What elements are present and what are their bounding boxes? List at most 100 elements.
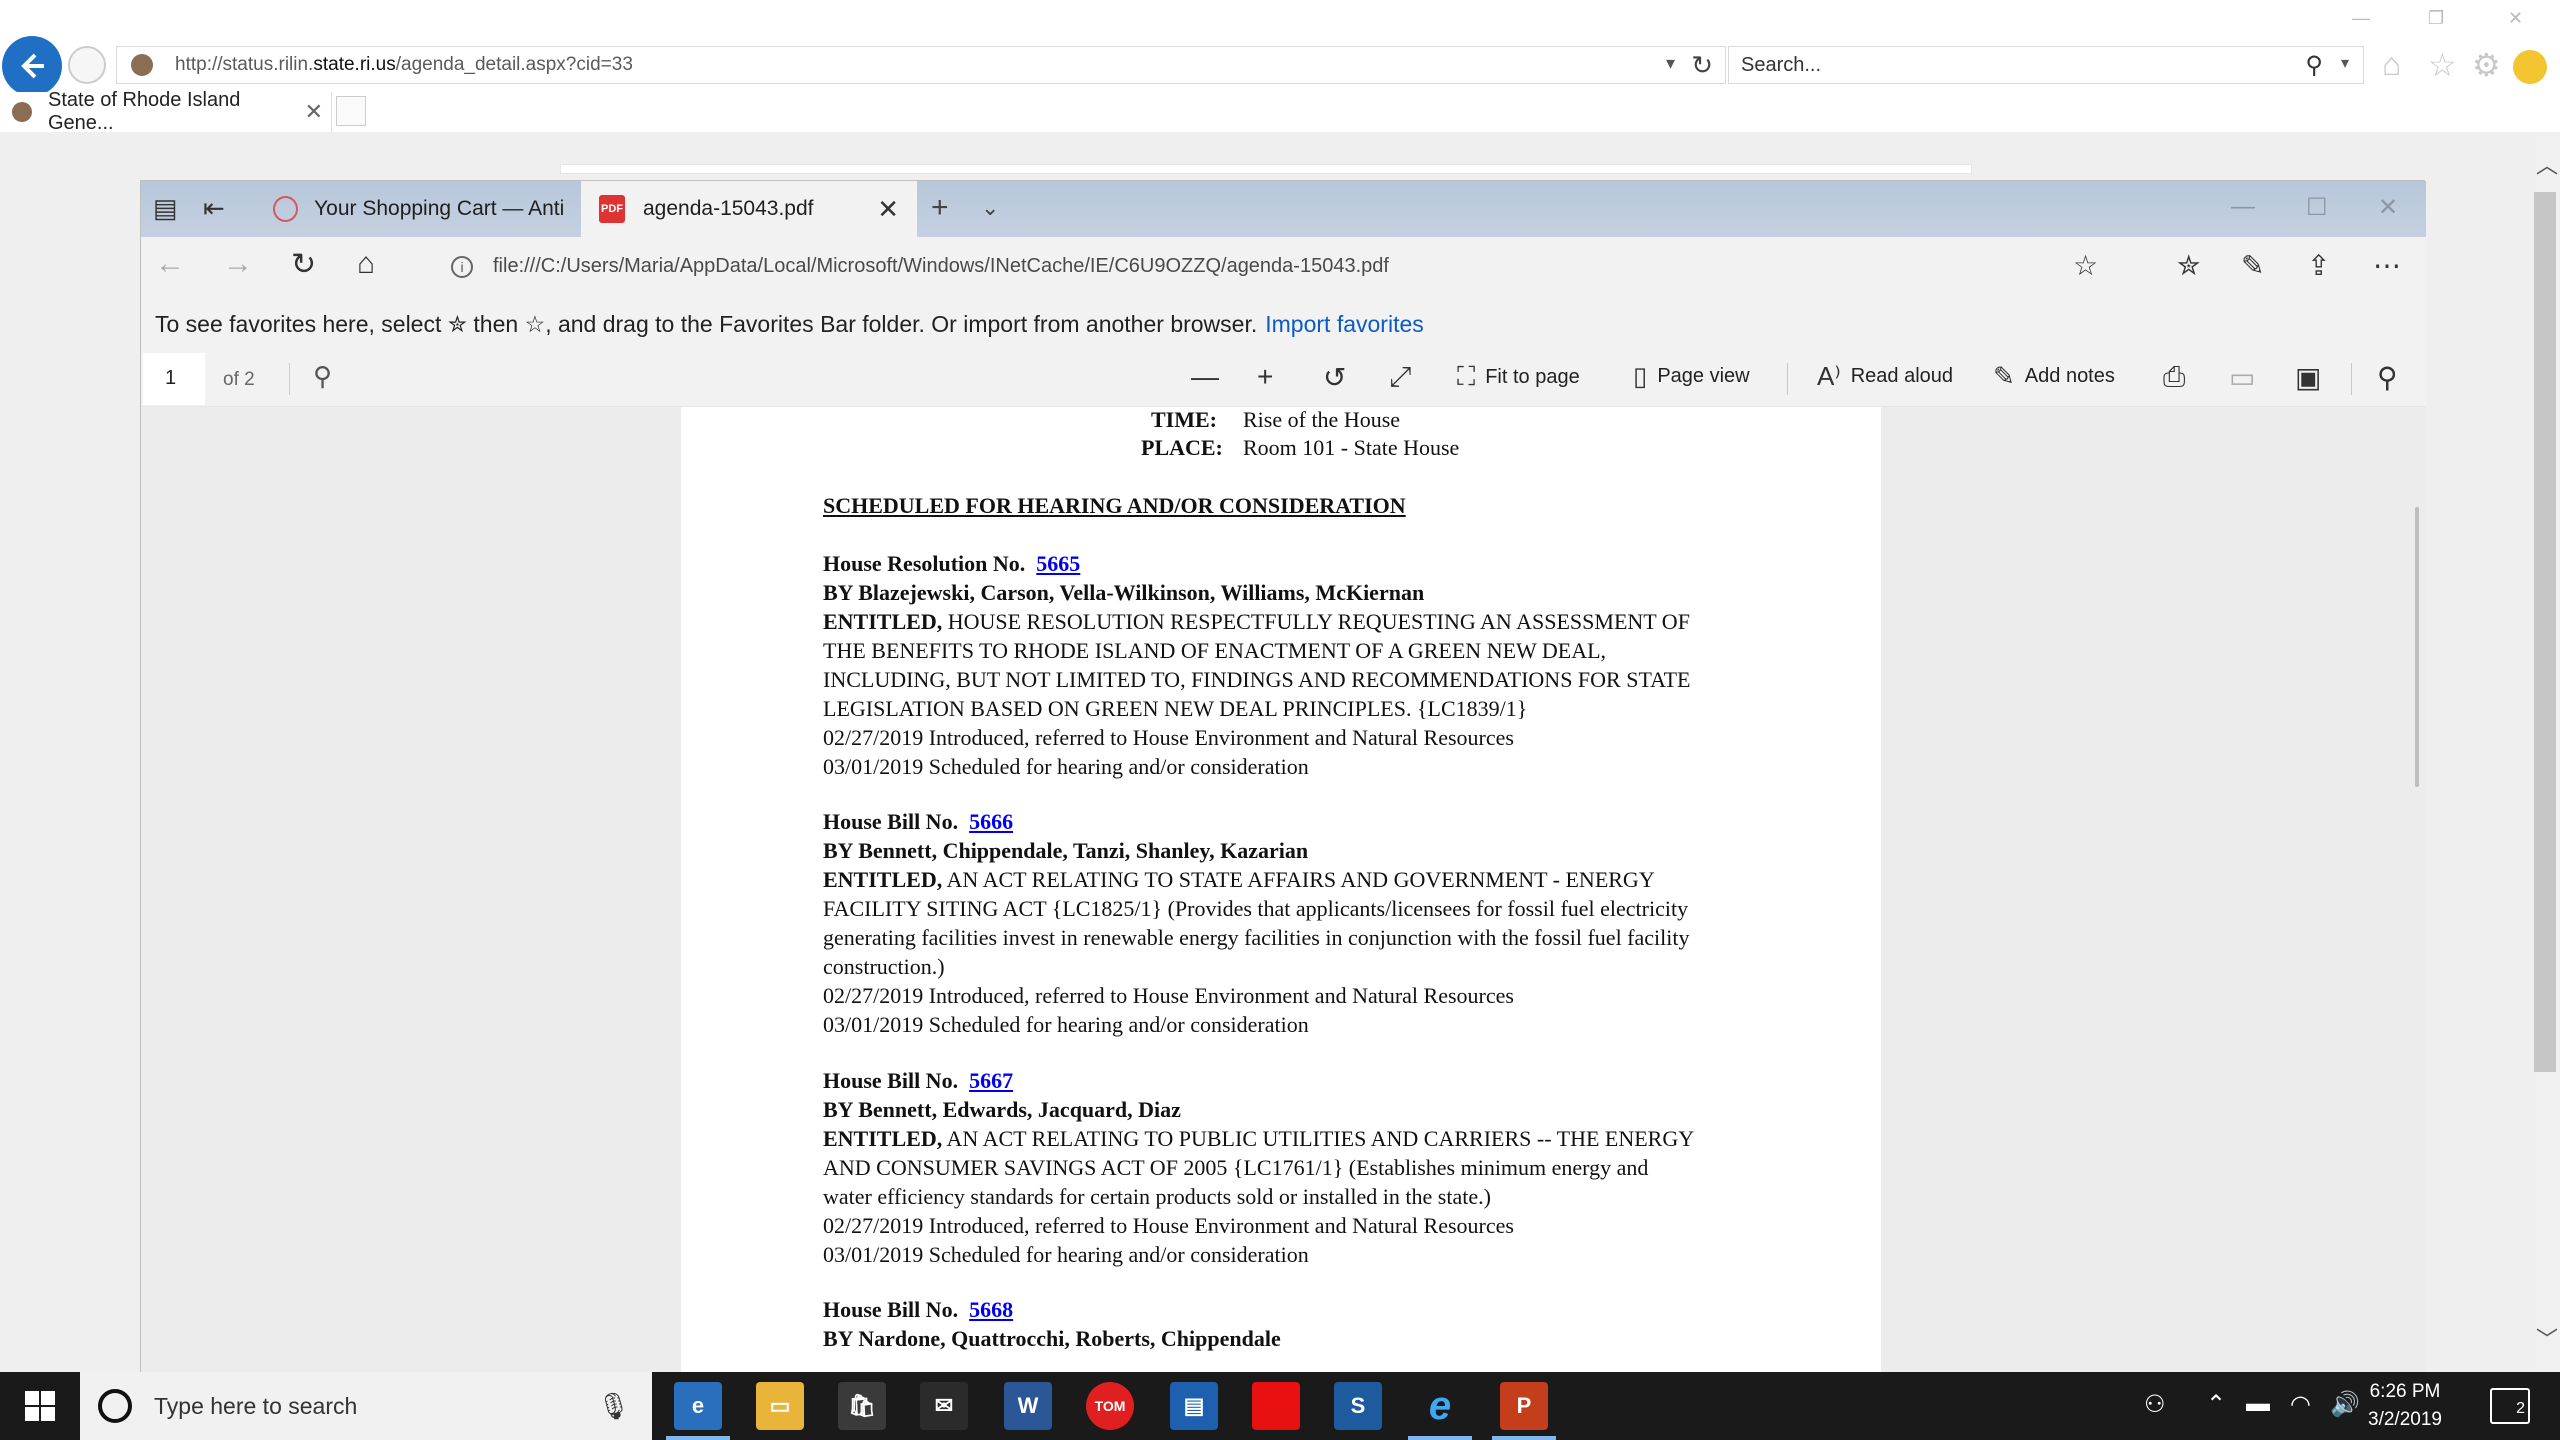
scroll-up-icon[interactable]: ︿ — [2536, 148, 2558, 180]
ie-search-box[interactable]: Search... ⚲ ▾ — [1728, 46, 2364, 84]
pen-icon[interactable]: ✎ — [2241, 249, 2264, 282]
powerpoint-icon[interactable]: P — [1500, 1382, 1548, 1430]
ie-scrollbar[interactable]: ︿ ﹀ — [2530, 132, 2560, 1372]
scroll-down-icon[interactable]: ﹀ — [2536, 1322, 2558, 1354]
entitled-line: HOUSE RESOLUTION RESPECTFULLY REQUESTING… — [947, 609, 1690, 634]
zoom-in-icon[interactable]: + — [1257, 361, 1273, 393]
page-number-input[interactable]: 1 — [143, 353, 205, 405]
read-aloud-button[interactable]: A⁾ Read aloud — [1817, 361, 1953, 392]
tom-app-icon[interactable]: TOM — [1086, 1382, 1134, 1430]
notification-center-icon[interactable]: 2 — [2490, 1388, 2530, 1424]
entry-title: House Resolution No. 5665 — [823, 549, 1783, 578]
chevron-down-icon[interactable]: ⌄ — [981, 195, 999, 221]
home-icon[interactable]: ⌂ — [357, 247, 375, 281]
page-view-button[interactable]: ▯ Page view — [1633, 361, 1750, 392]
forward-icon[interactable]: → — [223, 247, 253, 281]
close-tab-icon[interactable]: ✕ — [877, 194, 899, 225]
page-count: of 2 — [223, 369, 255, 390]
chevron-up-icon[interactable]: ⌃ — [2206, 1390, 2226, 1419]
back-icon[interactable]: ← — [155, 247, 185, 281]
import-favorites-link[interactable]: Import favorites — [1265, 311, 1424, 338]
ie-tab[interactable]: State of Rhode Island Gene... ✕ — [0, 89, 332, 134]
minimize-icon[interactable]: — — [2231, 193, 2255, 221]
close-icon[interactable]: ✕ — [2508, 8, 2523, 29]
print-icon[interactable]: ⎙ — [2163, 361, 2185, 394]
entry-entitled: ENTITLED, AN ACT RELATING TO PUBLIC UTIL… — [823, 1124, 1783, 1153]
section-heading: SCHEDULED FOR HEARING AND/OR CONSIDERATI… — [823, 493, 1406, 518]
fullscreen-icon[interactable]: ⤢ — [1389, 361, 1411, 394]
divider — [1787, 363, 1788, 395]
active-indicator — [666, 1436, 730, 1440]
close-icon[interactable]: ✕ — [2378, 193, 2398, 222]
red-app-icon[interactable] — [1252, 1382, 1300, 1430]
people-icon[interactable]: ⚇ — [2144, 1390, 2166, 1419]
taskbar-search-box[interactable]: Type here to search 🎙 — [80, 1372, 652, 1440]
refresh-icon[interactable]: ↻ — [1691, 50, 1713, 81]
mail-icon[interactable]: ✉ — [920, 1382, 968, 1430]
internet-explorer-icon[interactable]: e — [1416, 1382, 1464, 1430]
pin-toolbar-icon[interactable]: ⚲ — [2377, 361, 2398, 394]
save-icon[interactable]: ▭ — [2229, 361, 2255, 394]
set-aside-tabs-icon[interactable]: ⇤ — [203, 193, 225, 224]
window-app-icon[interactable]: ▤ — [1170, 1382, 1218, 1430]
file-explorer-icon[interactable]: ▭ — [756, 1382, 804, 1430]
start-button[interactable] — [0, 1372, 80, 1440]
skype-icon[interactable]: S — [1334, 1382, 1382, 1430]
word-icon[interactable]: W — [1004, 1382, 1052, 1430]
add-notes-button[interactable]: ✎ Add notes — [1993, 361, 2115, 392]
maximize-icon[interactable]: ☐ — [2306, 193, 2328, 222]
edge-nav-bar: ← → ↻ ⌂ i file:///C:/Users/Maria/AppData… — [141, 237, 2426, 299]
feedback-smiley-icon[interactable] — [2513, 50, 2547, 84]
bill-link[interactable]: 5667 — [969, 1068, 1013, 1093]
favorites-star-icon[interactable]: ☆ — [2428, 46, 2457, 84]
wifi-icon[interactable]: ◠ — [2290, 1390, 2311, 1419]
store-icon[interactable]: 🛍 — [838, 1382, 886, 1430]
back-arrow-icon — [21, 53, 44, 79]
info-icon[interactable]: i — [451, 255, 473, 278]
bill-link[interactable]: 5665 — [1036, 551, 1080, 576]
ie-forward-button[interactable] — [68, 46, 106, 84]
share-icon[interactable]: ⇪ — [2307, 249, 2330, 282]
gear-icon[interactable]: ⚙ — [2472, 46, 2501, 84]
chevron-down-icon[interactable]: ▾ — [1666, 53, 1675, 74]
edge-address-bar[interactable]: i file:///C:/Users/Maria/AppData/Local/M… — [451, 255, 2051, 278]
bill-link[interactable]: 5666 — [969, 809, 1013, 834]
zoom-out-icon[interactable]: — — [1191, 361, 1219, 393]
pdf-scrollbar[interactable] — [2415, 507, 2419, 787]
chevron-down-icon[interactable]: ▾ — [2341, 53, 2349, 73]
search-icon[interactable]: ⚲ — [313, 361, 332, 392]
refresh-icon[interactable]: ↻ — [291, 247, 316, 282]
entitled-label: ENTITLED, — [823, 1126, 943, 1151]
favorites-hub-icon[interactable]: ✮ — [2177, 249, 2200, 282]
battery-icon[interactable]: ▬ — [2246, 1390, 2270, 1418]
save-as-icon[interactable]: ▣ — [2295, 361, 2321, 394]
pdf-viewer[interactable]: TIME: Rise of the House PLACE: Room 101 … — [141, 407, 2426, 1373]
ie-back-button[interactable] — [2, 36, 62, 96]
scroll-thumb[interactable] — [2534, 192, 2556, 1072]
entry-entitled: ENTITLED, AN ACT RELATING TO STATE AFFAI… — [823, 865, 1783, 894]
search-icon[interactable]: ⚲ — [2305, 51, 2323, 80]
entry-title: House Bill No. 5668 — [823, 1295, 1783, 1324]
history-line: 03/01/2019 Scheduled for hearing and/or … — [823, 1012, 1309, 1037]
new-tab-icon[interactable]: + — [931, 191, 949, 225]
new-tab-button[interactable] — [336, 96, 366, 126]
tab-agenda-pdf[interactable]: PDF agenda-15043.pdf ✕ — [581, 181, 917, 237]
bill-link[interactable]: 5668 — [969, 1297, 1013, 1322]
tab-preview-icon[interactable]: ▤ — [153, 193, 178, 224]
close-tab-icon[interactable]: ✕ — [305, 99, 323, 125]
home-icon[interactable]: ⌂ — [2382, 46, 2401, 83]
clock[interactable]: 6:26 PM 3/2/2019 — [2350, 1378, 2460, 1434]
restore-icon[interactable]: ❐ — [2428, 8, 2444, 29]
more-icon[interactable]: ⋯ — [2373, 249, 2401, 282]
edge-app-icon[interactable]: e — [674, 1382, 722, 1430]
microphone-icon[interactable]: 🎙 — [597, 1391, 630, 1422]
ie-address-bar[interactable]: http://status.rilin.state.ri.us/agenda_d… — [116, 46, 1726, 84]
rotate-icon[interactable]: ↺ — [1323, 361, 1346, 394]
entry-entitled: ENTITLED, HOUSE RESOLUTION RESPECTFULLY … — [823, 607, 1783, 636]
entitled-line: generating facilities invest in renewabl… — [823, 925, 1690, 950]
minimize-icon[interactable]: — — [2352, 8, 2370, 29]
favorite-star-icon[interactable]: ☆ — [2073, 249, 2098, 282]
tab-shopping-cart[interactable]: Your Shopping Cart — Antic — [253, 181, 563, 237]
fit-to-page-button[interactable]: ⛶ Fit to page — [1457, 361, 1580, 393]
divider — [2351, 363, 2352, 395]
